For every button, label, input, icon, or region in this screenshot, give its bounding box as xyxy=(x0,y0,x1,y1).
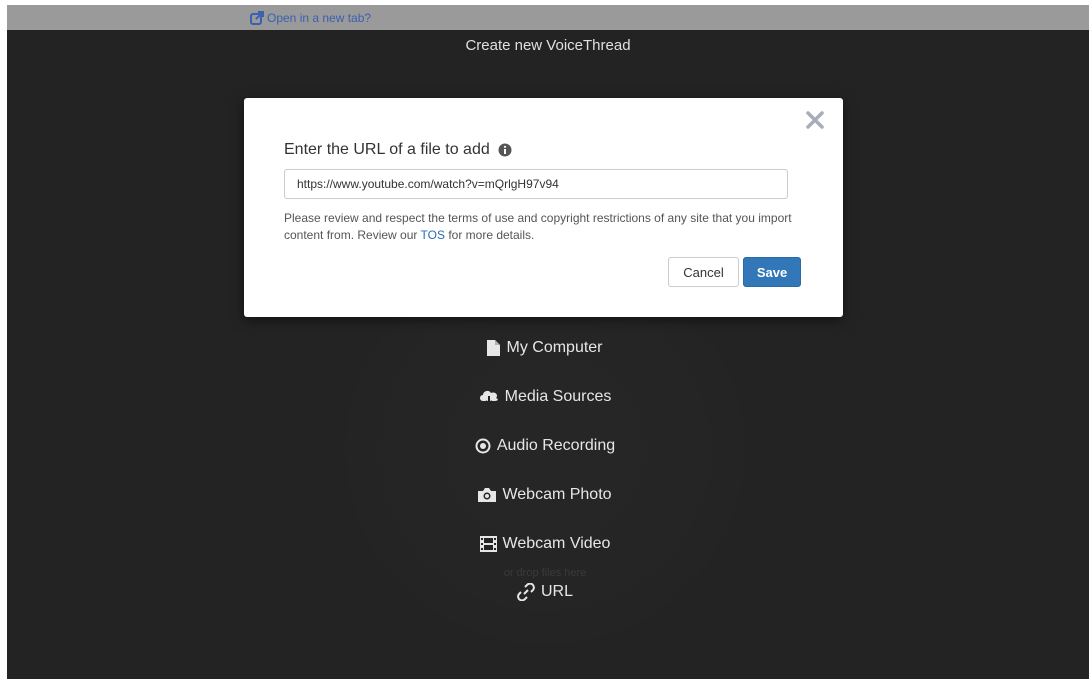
upload-my-computer[interactable]: My Computer xyxy=(445,333,645,363)
record-icon xyxy=(475,438,491,454)
external-link-icon xyxy=(250,11,264,25)
app-frame: Open in a new tab? Create new VoiceThrea… xyxy=(7,5,1089,679)
cloud-download-icon xyxy=(479,389,499,405)
upload-item-label: My Computer xyxy=(506,339,603,356)
upload-webcam-photo[interactable]: Webcam Photo xyxy=(445,480,645,510)
upload-audio-recording[interactable]: Audio Recording xyxy=(445,431,645,461)
link-icon xyxy=(517,583,535,601)
upload-item-label: Webcam Video xyxy=(502,535,611,552)
notice-text: Please review and respect the terms of u… xyxy=(284,211,792,242)
dialog-heading: Enter the URL of a file to add xyxy=(284,141,512,159)
info-icon[interactable] xyxy=(498,143,512,157)
page-title: Create new VoiceThread xyxy=(465,37,631,54)
upload-item-label: Webcam Photo xyxy=(502,486,612,503)
save-button[interactable]: Save xyxy=(743,257,801,287)
file-icon xyxy=(487,340,501,356)
url-input[interactable] xyxy=(284,169,788,199)
upload-url[interactable]: URL xyxy=(445,577,645,607)
top-bar: Open in a new tab? xyxy=(7,5,1089,30)
camera-icon xyxy=(478,488,497,502)
film-icon xyxy=(479,536,497,552)
upload-item-label: URL xyxy=(540,583,573,600)
add-url-dialog: Enter the URL of a file to add Please re… xyxy=(244,98,843,317)
open-in-new-tab-link[interactable]: Open in a new tab? xyxy=(250,9,371,27)
close-icon xyxy=(803,111,827,136)
dialog-title: Enter the URL of a file to add xyxy=(284,141,490,158)
close-button[interactable] xyxy=(803,108,827,132)
upload-item-label: Media Sources xyxy=(504,388,612,405)
tos-link[interactable]: TOS xyxy=(421,228,445,242)
upload-item-label: Audio Recording xyxy=(496,437,616,454)
notice-suffix: for more details. xyxy=(448,228,535,242)
copyright-notice: Please review and respect the terms of u… xyxy=(284,210,814,244)
upload-media-sources[interactable]: Media Sources xyxy=(445,382,645,412)
cancel-button[interactable]: Cancel xyxy=(668,257,739,287)
upload-webcam-video[interactable]: Webcam Video xyxy=(445,529,645,559)
open-in-new-tab-label: Open in a new tab? xyxy=(267,11,372,25)
